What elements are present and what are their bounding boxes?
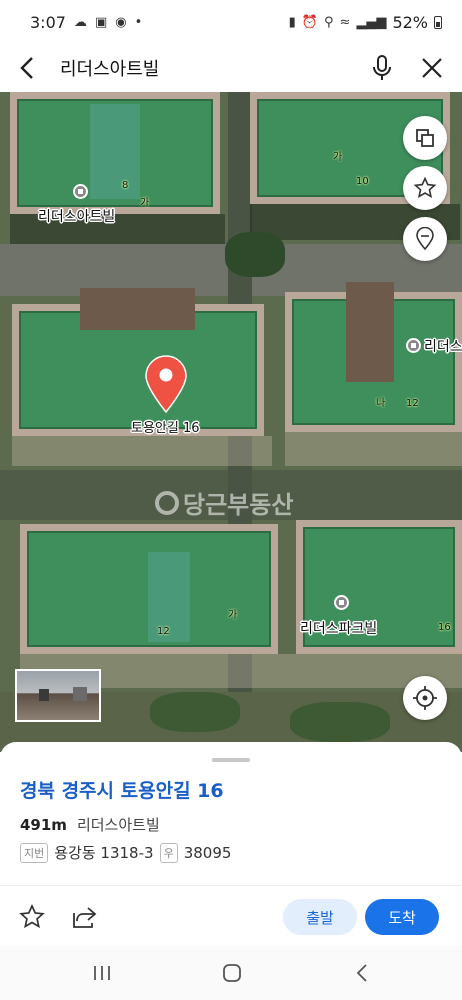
tree	[225, 232, 285, 277]
back-arrow-icon	[20, 57, 33, 79]
location-icon: ⚲	[324, 14, 334, 30]
close-icon	[422, 58, 442, 78]
status-time: 3:07	[30, 12, 66, 32]
location-marker-icon[interactable]	[143, 354, 189, 414]
star-icon[interactable]	[18, 903, 46, 931]
divider	[0, 885, 462, 886]
recent-apps-icon	[94, 966, 110, 980]
battery-percent: 52%	[392, 12, 428, 32]
notification-icon: ☁	[73, 14, 87, 30]
mic-icon	[373, 55, 391, 80]
building-roof	[90, 104, 140, 199]
distance-value: 491m	[20, 816, 67, 834]
voice-search-button[interactable]	[362, 46, 402, 90]
poi-label: 리더스아트빌	[38, 209, 116, 225]
place-name: 리더스아트빌	[76, 816, 160, 834]
home-icon	[223, 964, 241, 982]
sheet-drag-handle[interactable]	[212, 758, 250, 762]
building-roof	[80, 288, 195, 330]
jibun-address: 용강동 1318-3	[54, 844, 154, 862]
back-chevron-icon	[356, 964, 367, 982]
map-number: 8	[122, 180, 129, 191]
dot-icon: •	[134, 14, 143, 30]
system-back-button[interactable]	[342, 958, 382, 988]
map-number: 16	[438, 622, 451, 633]
location-pin-icon	[416, 227, 434, 251]
arrive-button[interactable]: 도착	[365, 899, 439, 935]
back-button[interactable]	[6, 46, 50, 90]
wifi-icon: ≈	[339, 14, 351, 30]
thumbnail-detail	[39, 689, 49, 701]
home-button[interactable]	[212, 958, 252, 988]
recent-apps-button[interactable]	[82, 958, 122, 988]
poi-leaders-park-ville[interactable]: 리더스파크빌	[300, 595, 378, 638]
poi-label: 리더스파크빌	[300, 621, 378, 637]
lock-icon: ▮	[288, 14, 296, 30]
map-number: 나	[376, 398, 386, 409]
my-location-icon	[413, 686, 437, 710]
place-address: 경북 경주시 토용안길 16	[20, 780, 224, 802]
depart-button[interactable]: 출발	[283, 899, 357, 935]
distance-row: 491m 리더스아트빌	[20, 814, 160, 835]
layers-button[interactable]	[403, 116, 447, 160]
building-roof	[346, 282, 394, 382]
poi-label: 리더스	[424, 339, 462, 355]
battery-icon	[434, 15, 442, 29]
system-nav-bar	[0, 946, 462, 1000]
action-row: 출발 도착	[0, 895, 462, 943]
watermark-text: 당근부동산	[183, 491, 294, 519]
jibun-tag: 지번	[20, 842, 49, 863]
search-header: 리더스아트빌	[0, 44, 462, 92]
map-number: 10	[356, 176, 369, 187]
signal-icon: ▂▄▆	[356, 14, 387, 30]
map-number: 가	[228, 610, 238, 621]
building-poi-icon	[334, 595, 349, 610]
chrome-icon: ◉	[115, 14, 127, 30]
star-icon	[413, 176, 437, 198]
map-number: 가	[140, 198, 150, 209]
gallery-icon: ▣	[94, 14, 108, 30]
building-shadow	[285, 432, 462, 466]
satellite-map[interactable]: 8 가 가 10 나 12 가 12 16 리더스아트빌 리더스 리더스파크빌 …	[0, 92, 462, 752]
tree	[150, 692, 240, 732]
building-shadow	[12, 436, 272, 466]
postal-tag: 우	[159, 842, 178, 863]
postal-code: 38095	[183, 843, 232, 862]
close-button[interactable]	[412, 46, 452, 90]
place-marker-button[interactable]	[403, 217, 447, 261]
map-number: 12	[406, 398, 419, 409]
poi-leaders-art-ville[interactable]: 리더스아트빌	[38, 184, 116, 226]
tree	[290, 702, 390, 742]
share-icon[interactable]	[70, 903, 98, 931]
map-number: 가	[333, 152, 343, 163]
status-bar: 3:07 ☁ ▣ ◉ • ▮ ⏰ ⚲ ≈ ▂▄▆ 52%	[0, 0, 462, 44]
alarm-icon: ⏰	[301, 14, 318, 30]
map-number: 12	[157, 626, 170, 637]
watermark: 당근부동산	[155, 485, 293, 520]
my-location-button[interactable]	[403, 676, 447, 720]
lot-address-row: 지번 용강동 1318-3 우 38095	[20, 842, 231, 863]
building-poi-icon	[406, 338, 421, 353]
thumbnail-detail	[73, 687, 87, 701]
favorite-map-button[interactable]	[403, 166, 447, 210]
layers-icon	[416, 129, 434, 147]
building-poi-icon	[73, 184, 88, 199]
pin-address-label: 토용안길 16	[131, 421, 200, 436]
street-view-thumbnail[interactable]	[15, 669, 101, 722]
search-query[interactable]: 리더스아트빌	[50, 55, 362, 81]
carrot-logo-icon	[155, 490, 179, 515]
poi-leaders-partial[interactable]: 리더스	[406, 336, 462, 356]
